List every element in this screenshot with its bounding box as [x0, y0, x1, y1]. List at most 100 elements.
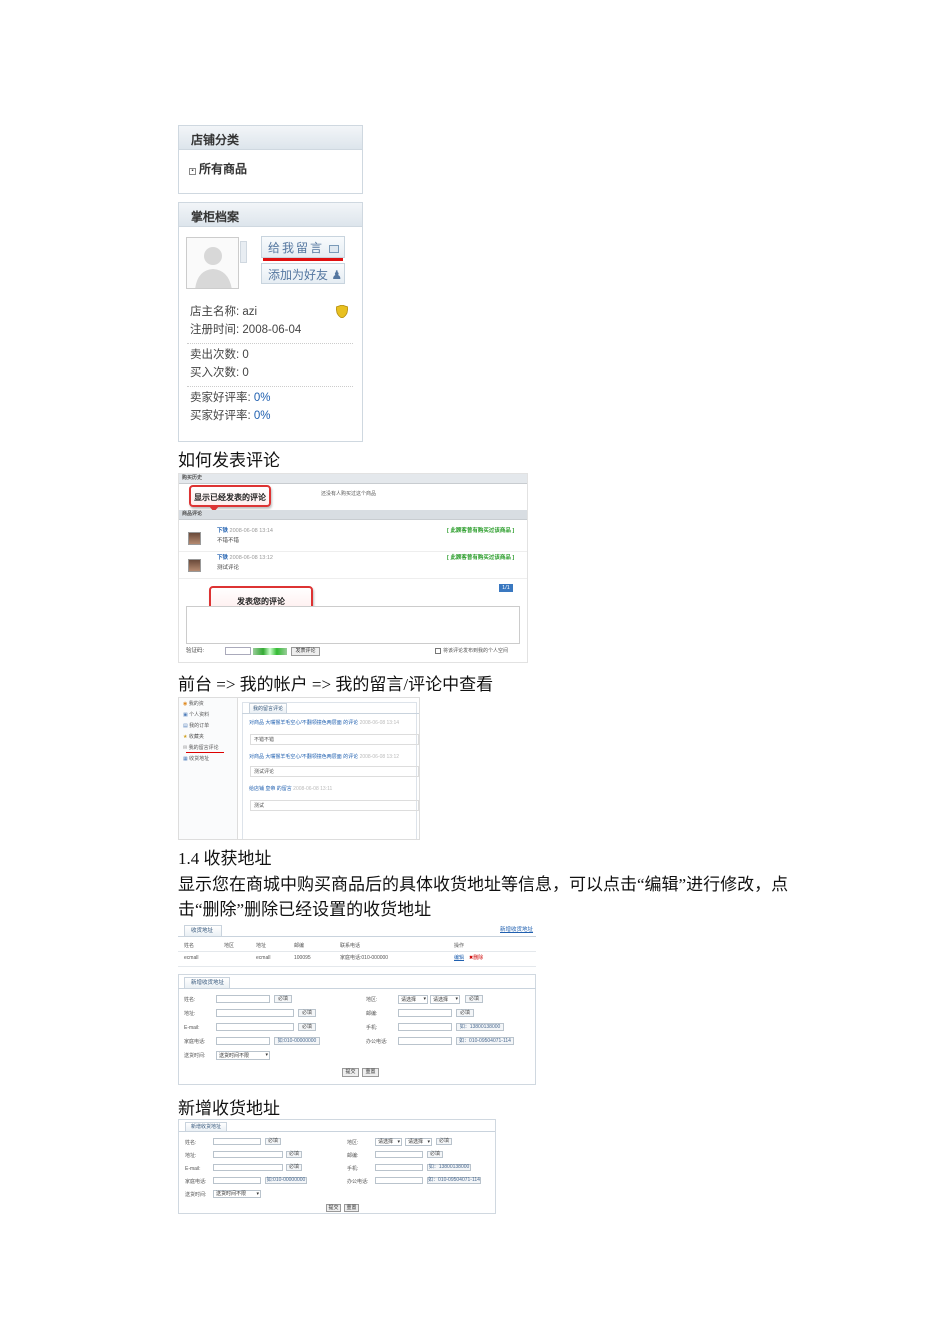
- col-header: 姓名: [184, 943, 195, 949]
- address-input[interactable]: [216, 1009, 294, 1017]
- required-tag: 必填: [286, 1151, 302, 1158]
- home-phone-hint: 如:010-00000000: [274, 1037, 320, 1045]
- zip-label: 邮编:: [366, 1011, 378, 1017]
- delivery-time-select[interactable]: 送货时间不限 ▾: [216, 1051, 270, 1060]
- office-phone-input[interactable]: [375, 1177, 423, 1184]
- delete-link[interactable]: ✖删除: [469, 955, 483, 962]
- add-address-link[interactable]: 新增收货地址: [500, 927, 533, 934]
- comment-textarea[interactable]: [186, 606, 520, 644]
- address-label: 地址:: [184, 1011, 196, 1017]
- office-phone-input[interactable]: [398, 1037, 452, 1045]
- shop-category-panel: 店铺分类 ▪ 所有商品: [178, 125, 363, 194]
- col-header: 邮编: [294, 943, 305, 949]
- col-header: 地址: [256, 943, 267, 949]
- comment-item: 下铁 2008-06-08 13:12 测试评论 [ 此顾客曾有购买过该商品 ]: [179, 553, 527, 579]
- chevron-down-icon: ▾: [397, 1139, 400, 1145]
- tab-new-address[interactable]: 新增收货地址: [184, 977, 230, 988]
- table-cell: ecmall: [256, 955, 271, 961]
- all-goods-link[interactable]: ▪ 所有商品: [189, 160, 247, 177]
- office-phone-hint: 如：010-09504071-114: [427, 1177, 481, 1184]
- edit-link[interactable]: 编辑: [454, 955, 464, 962]
- leave-message-button[interactable]: 给我留言: [261, 236, 345, 258]
- name-label: 姓名:: [185, 1140, 197, 1146]
- category-title: 店铺分类: [179, 126, 362, 150]
- tab-addresses[interactable]: 收货地址: [184, 925, 222, 936]
- home-phone-hint: 如:010-00000000: [265, 1177, 307, 1184]
- delivery-time-label: 送货时间:: [184, 1053, 206, 1059]
- owner-name: 店主名称: azi: [190, 306, 258, 318]
- email-input[interactable]: [213, 1164, 283, 1171]
- submit-button[interactable]: 提交: [326, 1204, 341, 1212]
- reset-button[interactable]: 重置: [362, 1068, 379, 1077]
- home-phone-label: 家庭电话:: [184, 1039, 206, 1045]
- reset-button[interactable]: 重置: [344, 1204, 359, 1212]
- name-input[interactable]: [216, 995, 270, 1003]
- province-select[interactable]: 请选择 ▾: [375, 1138, 402, 1146]
- publish-checkbox[interactable]: [435, 648, 441, 654]
- avatar: [188, 559, 201, 572]
- table-cell: 100095: [294, 955, 311, 961]
- required-tag: 必填: [298, 1023, 316, 1031]
- bought-count: 买入次数: 0: [190, 367, 249, 379]
- submit-button[interactable]: 提交: [342, 1068, 359, 1077]
- entry-title[interactable]: 对商品 大嘴猴羊毛空心/不翻领撞色两层面 的评论 2008-06-08 13:1…: [249, 754, 399, 761]
- account-screenshot: ◉ 我的资 ▣ 个人资料 ▤ 我的订单 ★ 收藏夹 ✉ 我的留言评论 ▦ 收货地…: [178, 697, 420, 840]
- menu-item[interactable]: ▣ 个人资料: [183, 712, 209, 719]
- mobile-input[interactable]: [398, 1023, 452, 1031]
- address-label: 地址:: [185, 1153, 197, 1159]
- office-phone-label: 办公电话:: [366, 1039, 388, 1045]
- home-phone-input[interactable]: [213, 1177, 261, 1184]
- mobile-hint: 如：13800138000: [427, 1164, 471, 1171]
- delivery-time-select[interactable]: 送货时间不限 ▾: [213, 1190, 261, 1198]
- menu-item[interactable]: ◉ 我的资: [183, 701, 204, 708]
- purchase-history-title: 购买历史: [179, 474, 527, 484]
- delivery-time-label: 送货时间:: [185, 1192, 207, 1198]
- heading-how-to-comment: 如何发表评论: [178, 451, 280, 470]
- home-phone-input[interactable]: [216, 1037, 270, 1045]
- required-tag: 必填: [465, 995, 483, 1003]
- name-input[interactable]: [213, 1138, 261, 1145]
- paragraph-line-1: 显示您在商城中购买商品后的具体收货地址等信息，可以点击“编辑”进行修改，点: [178, 875, 789, 894]
- address-input[interactable]: [213, 1151, 283, 1158]
- address-screenshot: 收货地址 新增收货地址 姓名 地区 地址 邮编 联系电话 操作 ecmall e…: [178, 922, 536, 1085]
- pager[interactable]: 1/1: [499, 584, 513, 592]
- avatar: [188, 532, 201, 545]
- office-phone-label: 办公电话:: [347, 1179, 369, 1185]
- zip-input[interactable]: [398, 1009, 452, 1017]
- mobile-input[interactable]: [375, 1164, 423, 1171]
- menu-item-messages[interactable]: ✉ 我的留言评论: [183, 745, 219, 752]
- new-address-screenshot: 新增收货地址 姓名: 必填 地址: 必填 E-mail: 必填 家庭电话: 如:…: [178, 1119, 496, 1214]
- city-select[interactable]: 请选择 ▾: [430, 995, 460, 1004]
- mobile-label: 手机:: [347, 1166, 359, 1172]
- zip-label: 邮编:: [347, 1153, 359, 1159]
- col-header: 地区: [224, 943, 235, 949]
- add-friend-button[interactable]: 添加为好友 ♟: [261, 263, 345, 284]
- callout-published-comments: 显示已经发表的评论: [189, 485, 271, 507]
- entry-title[interactable]: 给店铺 皇帝 的留言 2008-06-08 13:11: [249, 786, 332, 793]
- email-input[interactable]: [216, 1023, 294, 1031]
- entry-title[interactable]: 对商品 大嘴猴羊毛空心/不翻领撞色两层面 的评论 2008-06-08 13:1…: [249, 720, 399, 727]
- comment-screenshot: 购买历史 还没有人购买过这个商品 显示已经发表的评论 商品评论 下铁 2008-…: [178, 473, 528, 663]
- province-select[interactable]: 请选择 ▾: [398, 995, 428, 1004]
- zip-input[interactable]: [375, 1151, 423, 1158]
- captcha-label: 验证码:: [186, 648, 205, 654]
- captcha-input[interactable]: [225, 647, 251, 655]
- entry-body: 测试评论: [250, 766, 419, 777]
- city-select[interactable]: 请选择 ▾: [405, 1138, 432, 1146]
- home-phone-label: 家庭电话:: [185, 1179, 207, 1185]
- chevron-down-icon: ▾: [423, 996, 426, 1002]
- avatar: [186, 237, 239, 289]
- submit-comment-button[interactable]: 发表评论: [291, 647, 320, 656]
- history-empty-text: 还没有人购买过这个商品: [321, 491, 377, 497]
- required-tag: 必填: [436, 1138, 452, 1145]
- tab-my-comments[interactable]: 我的留言评论: [249, 703, 287, 713]
- register-time: 注册时间: 2008-06-04: [190, 324, 302, 336]
- menu-item[interactable]: ★ 收藏夹: [183, 734, 204, 741]
- menu-item[interactable]: ▦ 收货地址: [183, 756, 209, 763]
- email-label: E-mail:: [184, 1025, 200, 1031]
- table-cell: 家庭电话:010-000000: [340, 955, 389, 961]
- tab-new-address[interactable]: 新增收货地址: [185, 1122, 227, 1131]
- comment-item: 下铁 2008-06-08 13:14 不错不错 [ 此顾客曾有购买过该商品 ]: [179, 524, 527, 552]
- name-label: 姓名:: [184, 997, 196, 1003]
- menu-item[interactable]: ▤ 我的订单: [183, 723, 209, 730]
